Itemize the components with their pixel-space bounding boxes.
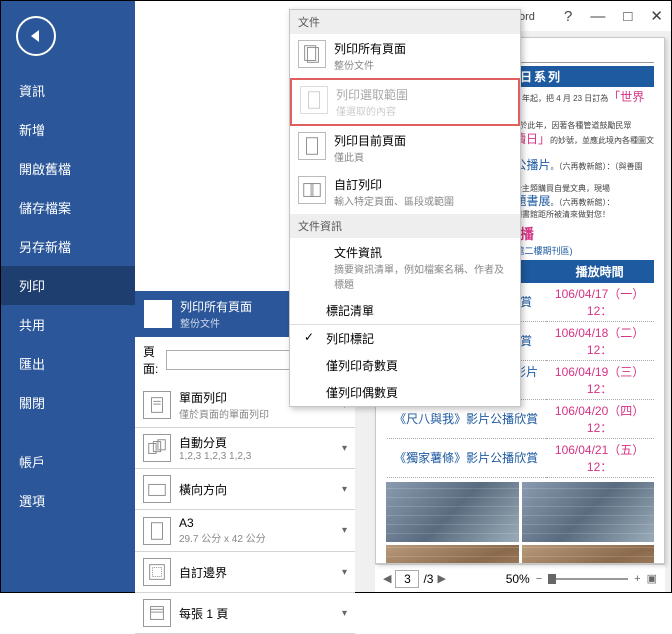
setting-collate[interactable]: 自動分頁1,2,3 1,2,3 1,2,3 ▾ (135, 428, 355, 469)
dd-odd-pages[interactable]: 僅列印奇數頁 (290, 352, 520, 379)
back-button[interactable] (16, 16, 56, 56)
photo-row-2 (386, 545, 654, 564)
page-icon (300, 86, 328, 114)
minimize-button[interactable]: — (590, 8, 605, 25)
margins-icon (143, 558, 171, 586)
landscape-icon (143, 475, 171, 503)
setting-margins[interactable]: 自訂邊界 ▾ (135, 552, 355, 593)
table-row: 《獨家薯條》影片公播欣賞106/04/21（五）12： (387, 438, 654, 477)
single-side-icon (143, 391, 171, 419)
help-button[interactable]: ? (564, 8, 572, 25)
dd-docinfo[interactable]: 文件資訊摘要資訊清單，例如檔案名稱、作者及標題 (290, 238, 520, 297)
photo-row-1 (386, 482, 654, 542)
chevron-down-icon: ▾ (342, 567, 347, 578)
zoom-in-button[interactable]: + (634, 573, 640, 585)
nav-share[interactable]: 共用 (1, 305, 135, 344)
nav-close[interactable]: 關閉 (1, 383, 135, 422)
title-fragment: ord (519, 11, 535, 23)
backstage-sidebar: 資訊 新增 開啟舊檔 儲存檔案 另存新檔 列印 共用 匯出 關閉 帳戶 選項 (1, 1, 135, 592)
collate-icon (143, 434, 171, 462)
chevron-down-icon: ▾ (342, 484, 347, 495)
prev-page-button[interactable]: ◀ (383, 572, 391, 585)
dd-print-marks[interactable]: 列印標記 (290, 325, 520, 352)
zoom-out-button[interactable]: − (536, 573, 542, 585)
zoom-level: 50% (506, 572, 530, 586)
dd-print-custom[interactable]: 自訂列印輸入特定頁面、區段或範圍 (290, 170, 520, 214)
dropdown-section-doc: 文件 (290, 10, 520, 34)
nav-info[interactable]: 資訊 (1, 71, 135, 110)
custom-pages-icon (298, 176, 326, 204)
page-icon (298, 132, 326, 160)
preview-statusbar: ◀ /3 ▶ 50% − + ▣ (375, 564, 665, 592)
nav-new[interactable]: 新增 (1, 110, 135, 149)
nav-saveas[interactable]: 另存新檔 (1, 227, 135, 266)
page-nav: ◀ /3 ▶ (383, 570, 446, 588)
nav-export[interactable]: 匯出 (1, 344, 135, 383)
nav-account[interactable]: 帳戶 (1, 442, 135, 481)
dd-print-selection: 列印選取範圍僅選取的內容 (290, 78, 520, 126)
nav-print[interactable]: 列印 (1, 266, 135, 305)
setting-orientation[interactable]: 橫向方向 ▾ (135, 469, 355, 510)
dd-print-current[interactable]: 列印目前頁面僅此頁 (290, 126, 520, 170)
pages-icon (144, 300, 172, 328)
page-number-input[interactable] (395, 570, 419, 588)
page-total: /3 (423, 572, 433, 586)
nav-open[interactable]: 開啟舊檔 (1, 149, 135, 188)
paper-icon (143, 517, 171, 545)
dd-print-all[interactable]: 列印所有頁面整份文件 (290, 34, 520, 78)
dropdown-section-docinfo: 文件資訊 (290, 214, 520, 238)
nav-options[interactable]: 選項 (1, 481, 135, 520)
chevron-down-icon: ▾ (342, 525, 347, 536)
next-page-button[interactable]: ▶ (437, 572, 445, 585)
print-what-dropdown: 文件 列印所有頁面整份文件 列印選取範圍僅選取的內容 列印目前頁面僅此頁 自訂列… (289, 9, 521, 407)
dd-marklist[interactable]: 標記清單 (290, 297, 520, 324)
setting-papersize[interactable]: A329.7 公分 x 42 公分 ▾ (135, 510, 355, 552)
pages-icon (298, 40, 326, 68)
zoom-controls: 50% − + ▣ (506, 572, 657, 586)
page-label: 頁面: (143, 343, 160, 377)
setting-pages-per-sheet[interactable]: 每張 1 頁 ▾ (135, 593, 355, 634)
maximize-button[interactable]: □ (623, 8, 632, 25)
per-sheet-icon (143, 599, 171, 627)
main-area: ord ? — □ ✕ 登入 列印所有頁面整份文件 ▾ 頁面: i (135, 1, 671, 592)
chevron-down-icon: ▾ (342, 608, 347, 619)
zoom-slider[interactable] (548, 578, 628, 580)
fit-page-button[interactable]: ▣ (647, 572, 657, 585)
close-button[interactable]: ✕ (650, 7, 663, 25)
nav-save[interactable]: 儲存檔案 (1, 188, 135, 227)
back-arrow-icon (31, 30, 39, 42)
chevron-down-icon: ▾ (342, 443, 347, 454)
dd-even-pages[interactable]: 僅列印偶數頁 (290, 379, 520, 406)
